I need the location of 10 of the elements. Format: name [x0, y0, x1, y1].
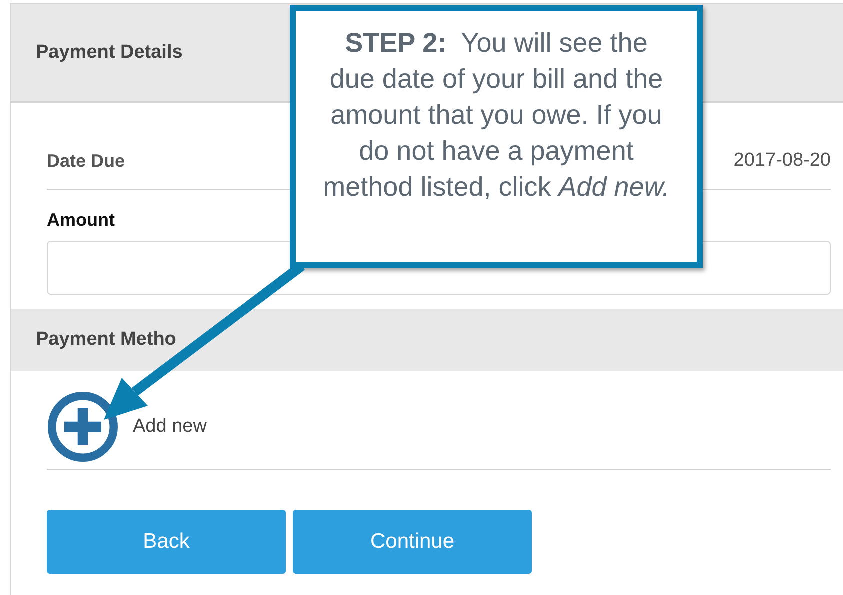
field-label: Date Due [47, 150, 126, 172]
field-label: Amount [47, 210, 115, 231]
add-new-link[interactable]: Add new [133, 416, 207, 438]
action-button[interactable]: Back [47, 510, 286, 574]
section-title: Payment Metho [36, 329, 176, 351]
date-value: 2017-08-20 [734, 150, 831, 172]
add-icon[interactable] [47, 391, 119, 463]
callout-text: STEP 2: You will see the due date of your bill and the amount that you owe. If you do not have a payment method listed, click Add new. [322, 27, 671, 204]
section-title: Payment Details [36, 42, 183, 64]
action-button[interactable]: Continue [293, 510, 532, 574]
